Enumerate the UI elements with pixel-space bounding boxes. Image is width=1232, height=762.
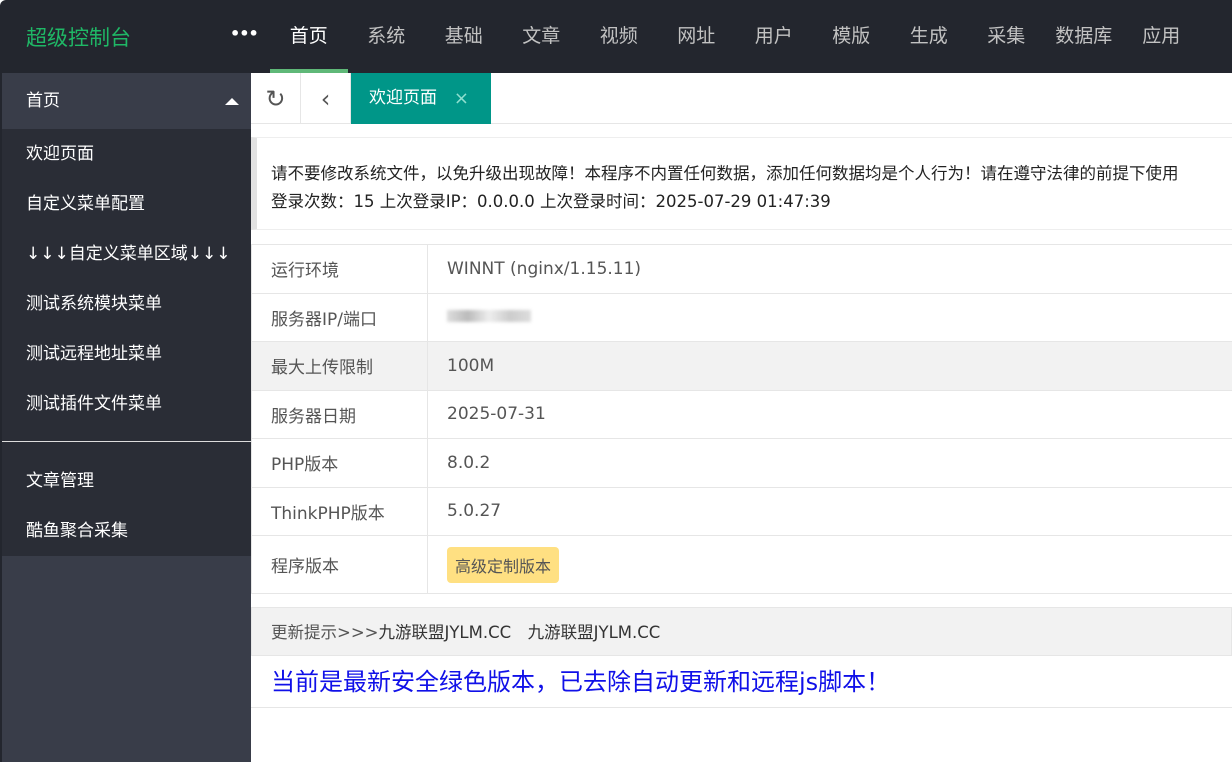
sidebar-item-welcome[interactable]: 欢迎页面 <box>2 129 251 179</box>
nav-url[interactable]: 网址 <box>658 0 736 73</box>
info-key: 服务器日期 <box>251 389 428 439</box>
sidebar-item-article-manage[interactable]: 文章管理 <box>2 456 251 506</box>
info-key: 程序版本 <box>251 535 428 594</box>
close-icon[interactable]: × <box>454 73 469 124</box>
update-link[interactable]: 九游联盟JYLM.CC 九游联盟JYLM.CC <box>378 623 660 642</box>
table-row: 服务器IP/端口 <box>251 292 1232 342</box>
more-icon[interactable]: ••• <box>230 24 259 43</box>
update-tip: 更新提示>>>九游联盟JYLM.CC 九游联盟JYLM.CC <box>251 607 1232 656</box>
tab-label: 欢迎页面 <box>369 88 437 108</box>
info-key: ThinkPHP版本 <box>251 486 428 536</box>
top-nav: 首页 系统 基础 文章 视频 网址 用户 模版 生成 采集 数据库 应用 <box>270 0 1200 73</box>
nav-article[interactable]: 文章 <box>503 0 581 73</box>
table-row: 程序版本 高级定制版本 <box>251 535 1232 594</box>
refresh-icon[interactable]: ↻ <box>251 73 301 124</box>
sidebar: 首页 欢迎页面 自定义菜单配置 ↓↓↓自定义菜单区域↓↓↓ 测试系统模块菜单 测… <box>0 73 251 762</box>
table-row: PHP版本 8.0.2 <box>251 438 1232 488</box>
nav-system[interactable]: 系统 <box>348 0 426 73</box>
nav-database[interactable]: 数据库 <box>1045 0 1123 73</box>
caret-up-icon <box>225 98 239 105</box>
chevron-left-icon[interactable]: ‹ <box>301 73 351 124</box>
tab-welcome[interactable]: 欢迎页面 × <box>351 73 491 124</box>
info-value: 2025-07-31 <box>427 389 1232 439</box>
sidebar-item-test-module[interactable]: 测试系统模块菜单 <box>2 279 251 329</box>
info-value: 8.0.2 <box>427 438 1232 488</box>
table-row: ThinkPHP版本 5.0.27 <box>251 486 1232 536</box>
info-key: 运行环境 <box>251 244 428 294</box>
sidebar-item-custom-area[interactable]: ↓↓↓自定义菜单区域↓↓↓ <box>2 229 251 279</box>
notice-line: 请不要修改系统文件，以免升级出现故障！本程序不内置任何数据，添加任何数据均是个人… <box>271 164 1179 183</box>
nav-app[interactable]: 应用 <box>1123 0 1201 73</box>
server-info-table: 运行环境 WINNT (nginx/1.15.11) 服务器IP/端口 最大上传限… <box>251 244 1232 594</box>
info-value: WINNT (nginx/1.15.11) <box>427 244 1232 294</box>
nav-collect[interactable]: 采集 <box>968 0 1046 73</box>
tab-bar: ↻ ‹ 欢迎页面 × <box>251 73 1232 124</box>
info-value-blurred <box>427 292 1232 342</box>
logo[interactable]: 超级控制台 <box>26 22 131 52</box>
info-value: 5.0.27 <box>427 486 1232 536</box>
login-info: 登录次数：15 上次登录IP：0.0.0.0 上次登录时间：2025-07-29… <box>271 192 831 211</box>
sidebar-head-label: 首页 <box>26 91 60 111</box>
top-header: 超级控制台 ••• 首页 系统 基础 文章 视频 网址 用户 模版 生成 采集 … <box>0 0 1232 73</box>
sidebar-item-custom-menu[interactable]: 自定义菜单配置 <box>2 179 251 229</box>
info-value: 100M <box>427 341 1232 391</box>
nav-generate[interactable]: 生成 <box>890 0 968 73</box>
sidebar-item-test-plugin[interactable]: 测试插件文件菜单 <box>2 379 251 429</box>
sidebar-group: 欢迎页面 自定义菜单配置 ↓↓↓自定义菜单区域↓↓↓ 测试系统模块菜单 测试远程… <box>2 129 251 556</box>
nav-home[interactable]: 首页 <box>270 0 348 73</box>
sidebar-section-home[interactable]: 首页 <box>2 73 251 129</box>
safe-version-notice: 当前是最新安全绿色版本，已去除自动更新和远程js脚本！ <box>251 656 1232 708</box>
table-row: 运行环境 WINNT (nginx/1.15.11) <box>251 244 1232 294</box>
sidebar-item-kuyu-collect[interactable]: 酷鱼聚合采集 <box>2 506 251 556</box>
table-row: 服务器日期 2025-07-31 <box>251 389 1232 439</box>
update-label: 更新提示>>> <box>271 623 379 642</box>
info-key: 服务器IP/端口 <box>251 292 428 342</box>
info-key: 最大上传限制 <box>251 341 428 391</box>
notice-box: 请不要修改系统文件，以免升级出现故障！本程序不内置任何数据，添加任何数据均是个人… <box>251 137 1232 230</box>
version-badge: 高级定制版本 <box>447 546 560 583</box>
sidebar-item-test-remote[interactable]: 测试远程地址菜单 <box>2 329 251 379</box>
info-key: PHP版本 <box>251 438 428 488</box>
nav-basic[interactable]: 基础 <box>425 0 503 73</box>
nav-user[interactable]: 用户 <box>735 0 813 73</box>
info-value: 高级定制版本 <box>427 535 1232 594</box>
table-row: 最大上传限制 100M <box>251 341 1232 391</box>
nav-template[interactable]: 模版 <box>813 0 891 73</box>
nav-video[interactable]: 视频 <box>580 0 658 73</box>
